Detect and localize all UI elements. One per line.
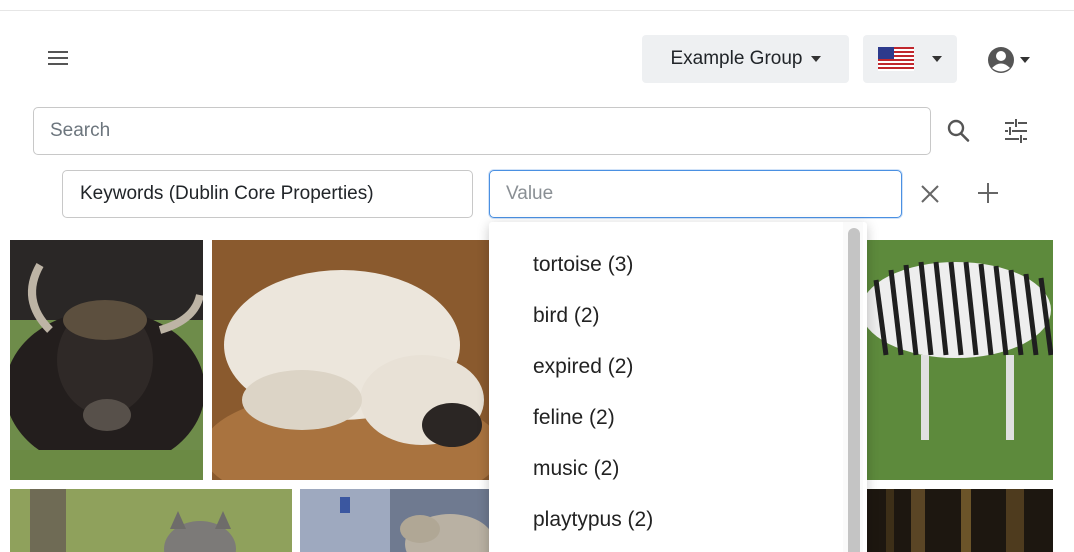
- filter-field-select[interactable]: Keywords (Dublin Core Properties): [62, 170, 473, 218]
- filter-field-label: Keywords (Dublin Core Properties): [80, 183, 374, 204]
- cat-photo[interactable]: [10, 489, 292, 552]
- suggestion-item[interactable]: tortoise (3): [489, 243, 867, 294]
- suggestion-item[interactable]: feline (2): [489, 396, 867, 447]
- search-input[interactable]: [33, 107, 931, 155]
- suggestion-item[interactable]: music (2): [489, 447, 867, 498]
- yak-photo[interactable]: [10, 240, 203, 480]
- suggestion-item[interactable]: bird (2): [489, 294, 867, 345]
- group-selector-button[interactable]: Example Group: [642, 35, 849, 83]
- chevron-down-icon: [932, 56, 942, 62]
- suggestion-item[interactable]: playtypus (2): [489, 498, 867, 549]
- close-icon[interactable]: [918, 182, 942, 206]
- user-circle-icon: [988, 47, 1014, 73]
- search-icon[interactable]: [946, 117, 972, 145]
- zebra-photo[interactable]: [866, 240, 1053, 480]
- chevron-down-icon: [1020, 57, 1030, 63]
- add-filter-icon[interactable]: [975, 180, 1001, 206]
- sleeping-dog-photo[interactable]: [212, 240, 492, 480]
- forest-photo[interactable]: [866, 489, 1053, 552]
- us-flag-icon: [878, 47, 914, 71]
- horse-photo[interactable]: [300, 489, 490, 552]
- hamburger-menu-icon[interactable]: [46, 48, 74, 72]
- group-selector-label: Example Group: [670, 48, 803, 69]
- top-divider: [0, 10, 1074, 11]
- user-menu-button[interactable]: [978, 40, 1038, 80]
- filter-value-input[interactable]: [489, 170, 902, 218]
- suggestions-list: tortoise (3) bird (2) expired (2) feline…: [489, 222, 867, 549]
- scrollbar-thumb[interactable]: [848, 228, 860, 552]
- tune-filters-icon[interactable]: [1002, 117, 1030, 145]
- language-selector-button[interactable]: [863, 35, 957, 83]
- suggestions-dropdown: tortoise (3) bird (2) expired (2) feline…: [489, 222, 867, 552]
- suggestion-item[interactable]: expired (2): [489, 345, 867, 396]
- chevron-down-icon: [810, 56, 821, 62]
